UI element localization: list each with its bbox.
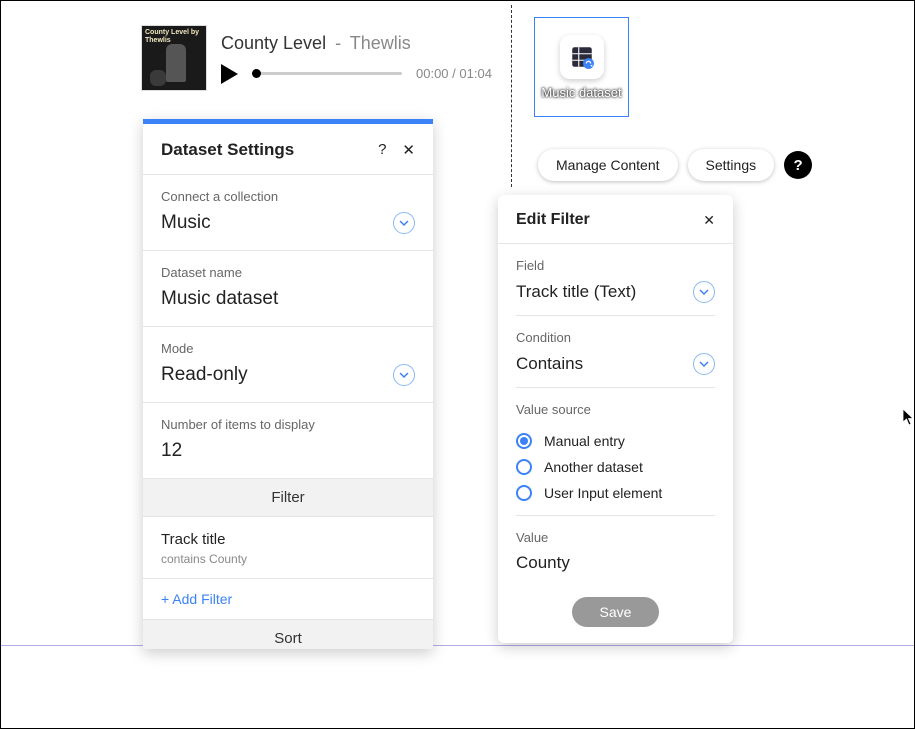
items-value[interactable]: 12 xyxy=(161,440,182,462)
time-display: 00:00 / 01:04 xyxy=(416,66,492,81)
add-filter-link[interactable]: + Add Filter xyxy=(143,579,433,620)
condition-value: Contains xyxy=(516,354,583,374)
player-info: County Level - Thewlis 00:00 / 01:04 xyxy=(221,33,492,84)
value-label: Value xyxy=(516,530,715,545)
items-label: Number of items to display xyxy=(161,417,415,432)
mode-label: Mode xyxy=(161,341,415,356)
mode-dropdown[interactable] xyxy=(393,364,415,386)
settings-title: Dataset Settings xyxy=(161,140,294,160)
dataset-node[interactable]: Music dataset xyxy=(534,17,629,117)
album-art-text: County Level by Thewlis xyxy=(145,29,206,44)
close-icon[interactable]: ✕ xyxy=(703,212,715,229)
value-section: Value County xyxy=(516,516,715,581)
mode-section: Mode Read-only xyxy=(143,327,433,403)
filter-item-title: Track title xyxy=(161,531,415,548)
close-icon[interactable]: ✕ xyxy=(402,141,415,159)
progress-thumb[interactable] xyxy=(252,69,261,78)
field-label: Field xyxy=(516,258,715,273)
filter-section-header: Filter xyxy=(143,479,433,517)
progress-slider[interactable] xyxy=(252,72,402,75)
radio-icon xyxy=(516,485,532,501)
collection-section: Connect a collection Music xyxy=(143,175,433,251)
vertical-divider xyxy=(511,5,512,187)
cursor-icon xyxy=(903,409,915,430)
radio-user-input-element[interactable]: User Input element xyxy=(516,485,715,501)
help-icon[interactable]: ? xyxy=(378,141,386,159)
radio-icon xyxy=(516,433,532,449)
radio-manual-entry[interactable]: Manual entry xyxy=(516,433,715,449)
manage-content-button[interactable]: Manage Content xyxy=(538,149,678,181)
dataset-name-label: Dataset name xyxy=(161,265,415,280)
filter-item-desc: contains County xyxy=(161,552,415,566)
track-title: County Level xyxy=(221,33,326,53)
track-artist: Thewlis xyxy=(350,33,411,53)
settings-button[interactable]: Settings xyxy=(688,149,775,181)
items-section: Number of items to display 12 xyxy=(143,403,433,479)
player-controls: 00:00 / 01:04 xyxy=(221,64,492,84)
field-dropdown[interactable] xyxy=(693,281,715,303)
condition-section: Condition Contains xyxy=(516,316,715,388)
filter-item[interactable]: Track title contains County xyxy=(143,517,433,579)
play-button[interactable] xyxy=(221,64,238,84)
collection-value: Music xyxy=(161,212,211,234)
collection-dropdown[interactable] xyxy=(393,212,415,234)
sort-section-header: Sort xyxy=(143,620,433,649)
album-art: County Level by Thewlis xyxy=(141,25,207,91)
filter-panel-title: Edit Filter xyxy=(516,211,590,229)
dataset-settings-panel: Dataset Settings ? ✕ Connect a collectio… xyxy=(143,119,433,649)
action-buttons: Manage Content Settings ? xyxy=(538,149,812,181)
value-source-radio-group: Manual entry Another dataset User Input … xyxy=(516,433,715,516)
condition-dropdown[interactable] xyxy=(693,353,715,375)
dataset-name-value[interactable]: Music dataset xyxy=(161,288,278,310)
help-button[interactable]: ? xyxy=(784,151,812,179)
edit-filter-panel: Edit Filter ✕ Field Track title (Text) C… xyxy=(498,195,733,643)
value-source-section: Value source xyxy=(516,388,715,433)
dataset-node-label: Music dataset xyxy=(541,85,621,100)
field-value: Track title (Text) xyxy=(516,282,636,302)
settings-header: Dataset Settings ? ✕ xyxy=(143,124,433,175)
audio-player: County Level by Thewlis County Level - T… xyxy=(141,25,492,91)
condition-label: Condition xyxy=(516,330,715,345)
horizontal-divider xyxy=(1,645,914,646)
filter-header: Edit Filter ✕ xyxy=(498,195,733,244)
mode-value: Read-only xyxy=(161,364,248,386)
field-section: Field Track title (Text) xyxy=(516,244,715,316)
track-title-line: County Level - Thewlis xyxy=(221,33,492,54)
dataset-name-section: Dataset name Music dataset xyxy=(143,251,433,327)
value-input[interactable]: County xyxy=(516,553,570,573)
dataset-icon xyxy=(560,35,604,79)
radio-another-dataset[interactable]: Another dataset xyxy=(516,459,715,475)
save-button[interactable]: Save xyxy=(572,597,660,627)
collection-label: Connect a collection xyxy=(161,189,415,204)
value-source-label: Value source xyxy=(516,402,715,417)
radio-icon xyxy=(516,459,532,475)
